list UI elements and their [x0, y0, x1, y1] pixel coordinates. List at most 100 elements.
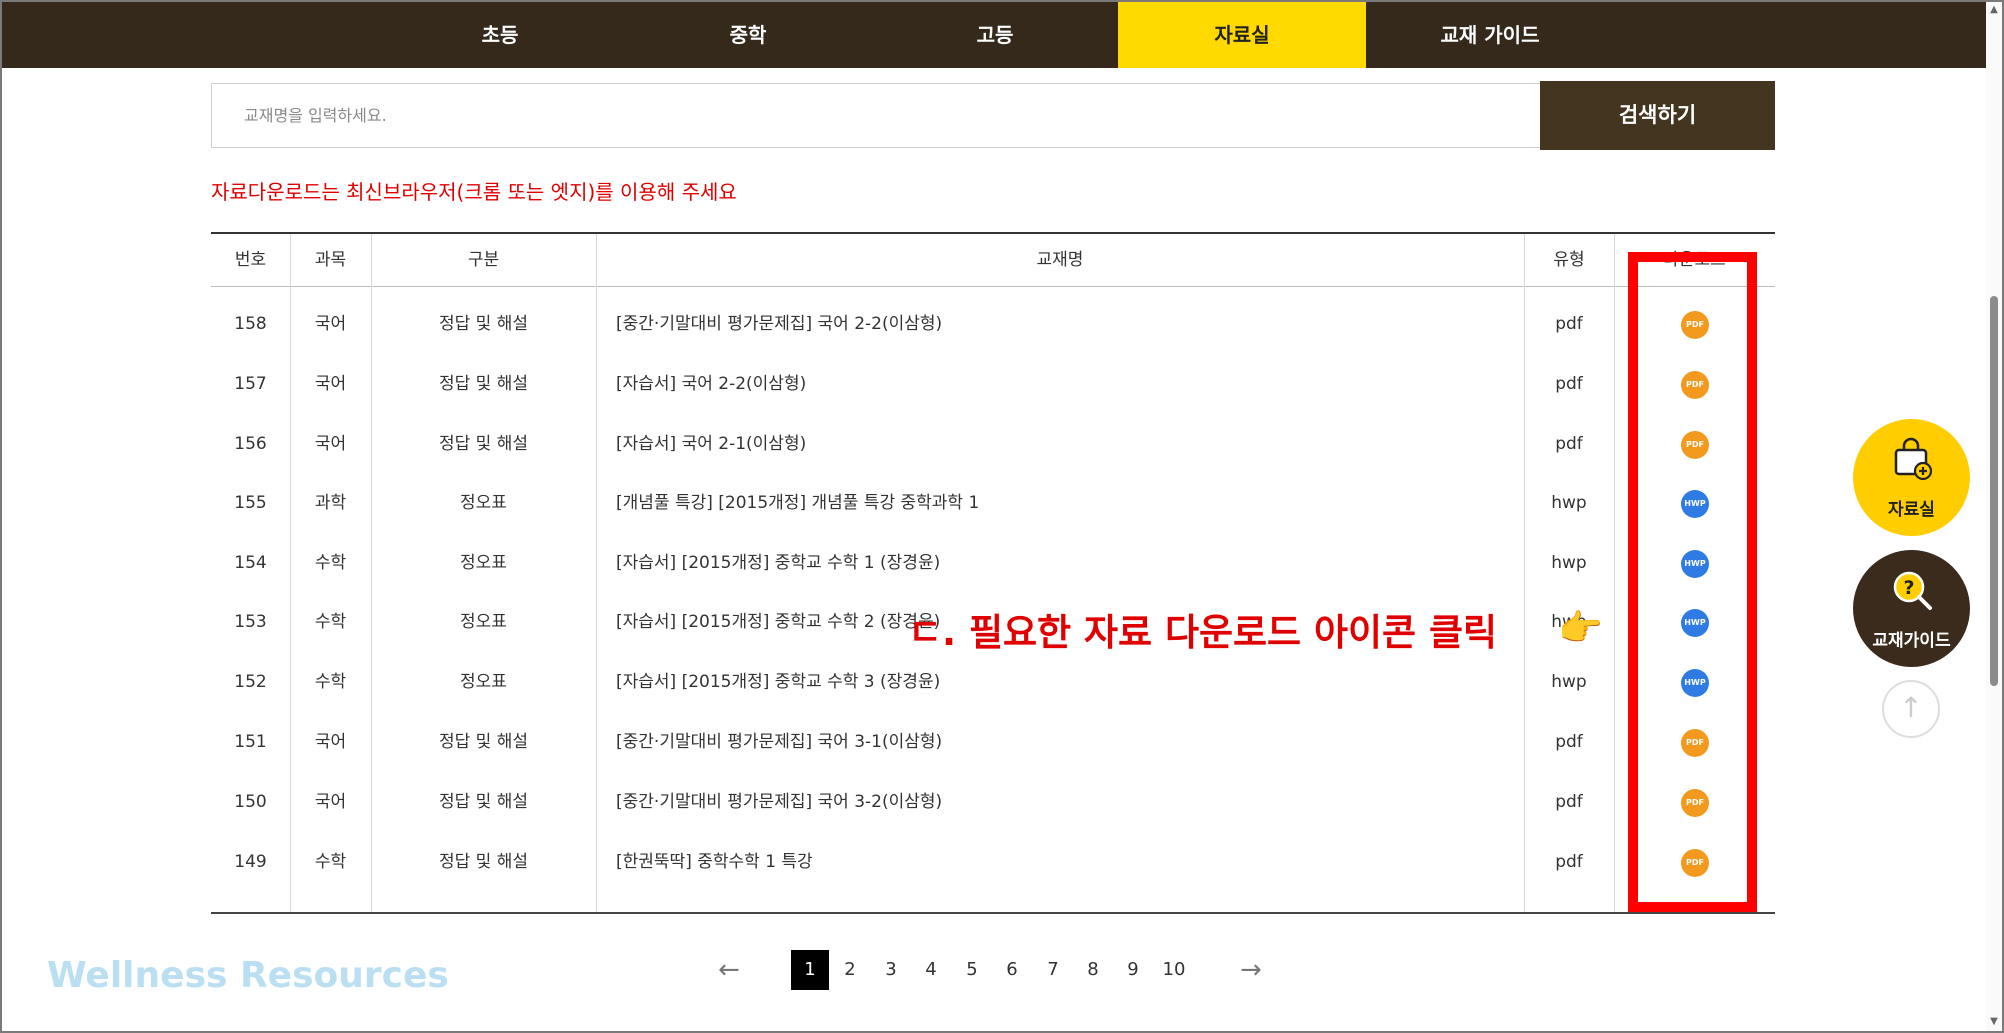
table-row: 155 과학 정오표 [개념풀 특강] [2015개정] 개념풀 특강 중학과학 1 h…	[211, 473, 1775, 533]
search-button[interactable]: 검색하기	[1540, 81, 1775, 150]
cell-title[interactable]: [한권뚝딱] 중학수학 1 특강	[596, 832, 1524, 892]
cell-number: 156	[234, 434, 267, 454]
header-subject: 과목	[314, 250, 347, 270]
guide-floating-button[interactable]: ? 교재가이드	[1853, 550, 1970, 667]
pointing-hand-icon: 👉	[1558, 608, 1603, 649]
cell-category: 정답 및 해설	[438, 792, 528, 812]
page-7[interactable]: 7	[1034, 950, 1072, 990]
header-type: 유형	[1553, 250, 1585, 270]
cell-subject: 국어	[314, 314, 347, 334]
cell-number: 152	[234, 672, 267, 692]
cell-type: pdf	[1555, 374, 1583, 394]
cell-title[interactable]: [중간·기말대비 평가문제집] 국어 2-2(이삼형)	[596, 294, 1524, 354]
cell-type: hwp	[1551, 493, 1587, 513]
cell-subject: 수학	[314, 672, 347, 692]
cell-type: hwp	[1551, 553, 1587, 573]
cell-number: 153	[234, 612, 267, 632]
cell-category: 정답 및 해설	[438, 314, 528, 334]
cell-type: pdf	[1555, 732, 1583, 752]
watermark: Wellness Resources	[47, 955, 449, 996]
cell-number: 157	[234, 374, 267, 394]
cell-subject: 국어	[314, 434, 347, 454]
cell-subject: 국어	[314, 732, 347, 752]
cell-category: 정답 및 해설	[438, 374, 528, 394]
scroll-down-arrow[interactable]: ▼	[1988, 1016, 2000, 1027]
cell-category: 정오표	[460, 493, 507, 513]
cell-title[interactable]: [자습서] [2015개정] 중학교 수학 1 (장경윤)	[596, 533, 1524, 593]
cell-number: 151	[234, 732, 267, 752]
cell-type: pdf	[1555, 852, 1583, 872]
prev-page-arrow[interactable]: ←	[718, 950, 740, 990]
page-8[interactable]: 8	[1074, 950, 1112, 990]
table-row: 151 국어 정답 및 해설 [중간·기말대비 평가문제집] 국어 3-1(이삼형) p…	[211, 712, 1775, 772]
nav-item-high[interactable]: 고등	[871, 2, 1119, 68]
cell-category: 정답 및 해설	[438, 732, 528, 752]
guide-floating-label: 교재가이드	[1872, 631, 1951, 651]
next-page-arrow[interactable]: →	[1240, 950, 1262, 990]
page-2[interactable]: 2	[831, 950, 869, 990]
cell-title[interactable]: [자습서] 국어 2-2(이삼형)	[596, 354, 1524, 414]
cell-number: 154	[234, 553, 267, 573]
magnifier-question-icon: ?	[1893, 571, 1932, 610]
scrollbar[interactable]: ▲ ▼	[1986, 2, 2002, 1031]
page-10[interactable]: 10	[1155, 950, 1193, 990]
cell-category: 정답 및 해설	[438, 852, 528, 872]
table-row: 156 국어 정답 및 해설 [자습서] 국어 2-1(이삼형) pdf PDF	[211, 414, 1775, 474]
instruction-callout: ㄷ. 필요한 자료 다운로드 아이콘 클릭	[908, 611, 1498, 654]
nav-item-middle[interactable]: 중학	[624, 2, 872, 68]
nav-item-library[interactable]: 자료실	[1118, 2, 1366, 68]
cell-subject: 국어	[314, 792, 347, 812]
cell-type: pdf	[1555, 792, 1583, 812]
page-3[interactable]: 3	[872, 950, 910, 990]
table-row: 157 국어 정답 및 해설 [자습서] 국어 2-2(이삼형) pdf PDF	[211, 354, 1775, 414]
page-1[interactable]: 1	[791, 950, 829, 990]
cell-title[interactable]: [자습서] 국어 2-1(이삼형)	[596, 414, 1524, 474]
nav-item-textbook-guide[interactable]: 교재 가이드	[1366, 2, 1614, 68]
library-floating-label: 자료실	[1888, 500, 1935, 520]
cell-category: 정오표	[460, 553, 507, 573]
search-box	[211, 83, 1541, 148]
page-9[interactable]: 9	[1114, 950, 1152, 990]
cell-subject: 수학	[314, 612, 347, 632]
cell-title[interactable]: [자습서] [2015개정] 중학교 수학 3 (장경윤)	[596, 652, 1524, 712]
library-floating-button[interactable]: 자료실	[1853, 419, 1970, 536]
table-bottom-border	[211, 912, 1775, 914]
cell-subject: 수학	[314, 852, 347, 872]
table-header-border	[211, 286, 1775, 287]
cell-type: hwp	[1551, 672, 1587, 692]
cell-number: 155	[234, 493, 267, 513]
header-title: 교재명	[1036, 250, 1084, 270]
cell-number: 158	[234, 314, 267, 334]
table-row: 154 수학 정오표 [자습서] [2015개정] 중학교 수학 1 (장경윤) hwp…	[211, 533, 1775, 593]
top-nav: 초등 중학 고등 자료실 교재 가이드	[2, 2, 1986, 68]
scroll-top-button[interactable]: ↑	[1882, 680, 1940, 738]
cell-title[interactable]: [중간·기말대비 평가문제집] 국어 3-1(이삼형)	[596, 712, 1524, 772]
cell-title[interactable]: [개념풀 특강] [2015개정] 개념풀 특강 중학과학 1	[596, 473, 1524, 533]
table-row: 150 국어 정답 및 해설 [중간·기말대비 평가문제집] 국어 3-2(이삼형) p…	[211, 772, 1775, 832]
cell-number: 149	[234, 852, 267, 872]
header-number: 번호	[234, 250, 267, 270]
cell-subject: 국어	[314, 374, 347, 394]
page-4[interactable]: 4	[912, 950, 950, 990]
cell-type: pdf	[1555, 314, 1583, 334]
table-row: 158 국어 정답 및 해설 [중간·기말대비 평가문제집] 국어 2-2(이삼형) p…	[211, 294, 1775, 354]
cell-subject: 과학	[314, 493, 347, 513]
browser-notice: 자료다운로드는 최신브라우저(크롬 또는 엣지)를 이용해 주세요	[211, 180, 737, 204]
table-row: 149 수학 정답 및 해설 [한권뚝딱] 중학수학 1 특강 pdf PDF	[211, 832, 1775, 892]
page-6[interactable]: 6	[993, 950, 1031, 990]
cell-subject: 수학	[314, 553, 347, 573]
cell-title[interactable]: [중간·기말대비 평가문제집] 국어 3-2(이삼형)	[596, 772, 1524, 832]
cell-category: 정답 및 해설	[438, 434, 528, 454]
table-row: 152 수학 정오표 [자습서] [2015개정] 중학교 수학 3 (장경윤) hwp…	[211, 652, 1775, 712]
page-5[interactable]: 5	[953, 950, 991, 990]
cell-category: 정오표	[460, 612, 507, 632]
cell-type: pdf	[1555, 434, 1583, 454]
scrollbar-thumb[interactable]	[1990, 296, 1998, 686]
cell-category: 정오표	[460, 672, 507, 692]
download-column-highlight	[1628, 252, 1757, 912]
svg-text:?: ?	[1903, 577, 1914, 599]
scroll-up-arrow[interactable]: ▲	[1988, 4, 2000, 15]
nav-item-elementary[interactable]: 초등	[376, 2, 624, 68]
header-category: 구분	[467, 250, 500, 270]
search-input[interactable]	[212, 84, 1540, 147]
